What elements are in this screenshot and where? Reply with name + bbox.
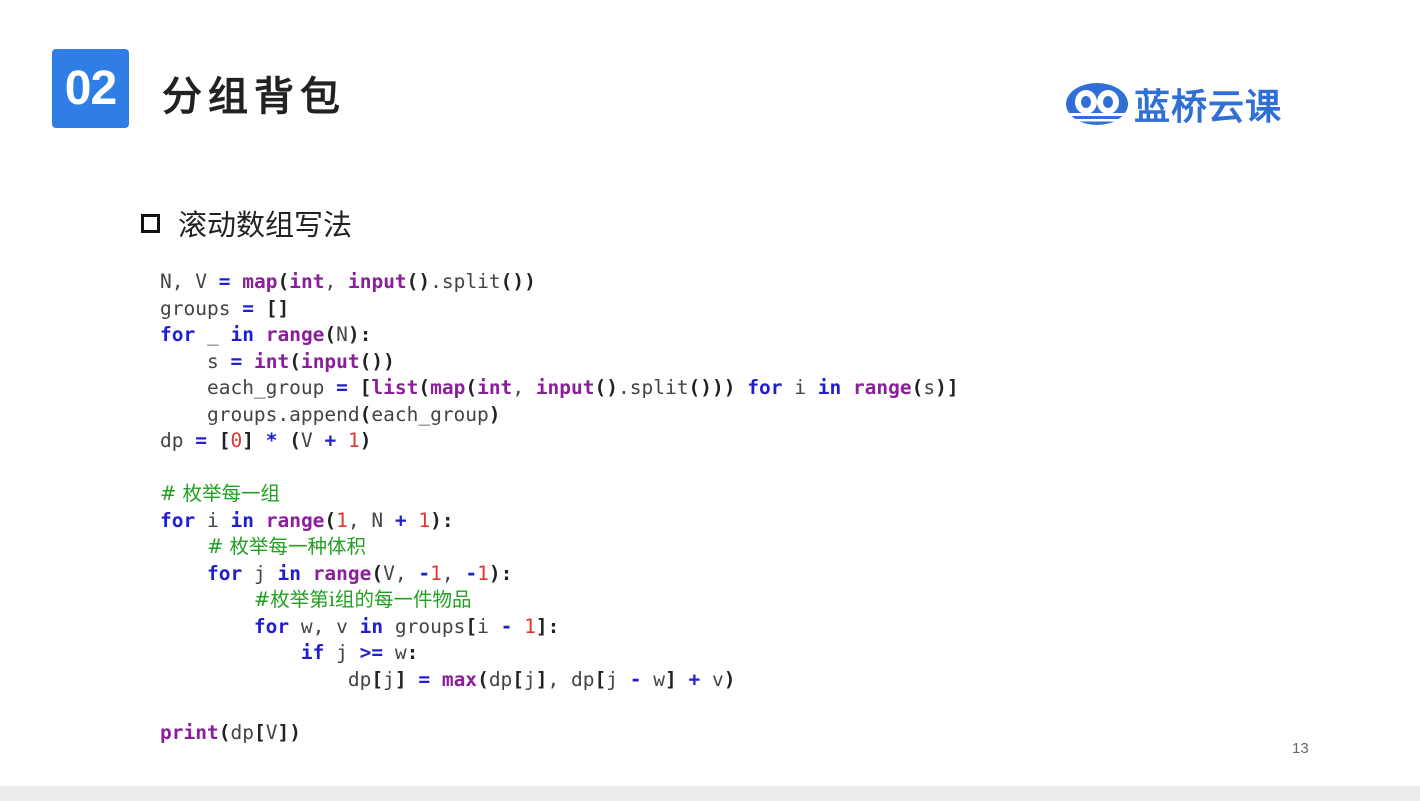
code-line: #枚举第i组的每一件物品: [253, 588, 472, 611]
square-bullet-icon: [141, 213, 160, 233]
code-line: # 枚举每一种体积: [206, 535, 367, 558]
lanqiao-logo-icon: [1066, 83, 1128, 125]
section-number-badge: 02: [52, 49, 129, 128]
code-line: each_group = [list(map(int, input().spli…: [206, 376, 959, 399]
code-line: for _ in range(N):: [160, 323, 372, 346]
code-line: dp[j] = max(dp[j], dp[j - w] + v): [347, 667, 736, 691]
lanqiao-logo: 蓝桥云课: [1064, 78, 1282, 130]
code-line: N, V = map(int, input().split()): [160, 270, 536, 293]
code-line: for i in range(1, N + 1):: [160, 508, 454, 532]
code-line: for w, v in groups[i - 1]:: [253, 614, 560, 638]
logo-text: 蓝桥云课: [1134, 87, 1283, 128]
code-line: groups.append(each_group): [206, 402, 501, 426]
code-line: s = int(input()): [206, 349, 395, 373]
bullet-item: 滚动数组写法: [141, 202, 352, 244]
code-line: # 枚举每一组: [160, 482, 281, 505]
code-line: if j >= w:: [300, 641, 419, 664]
bullet-text: 滚动数组写法: [178, 208, 353, 242]
section-title: 分组背包: [162, 74, 346, 120]
slide: 02 分组背包 蓝桥云课 滚动数组写法 N, V = map(int, inpu…: [0, 0, 1420, 786]
page-number: 13: [1292, 740, 1309, 757]
code-line: dp = [0] * (V + 1): [160, 429, 372, 452]
code-line: groups = []: [160, 296, 290, 320]
code-block: N, V = map(int, input().split()) groups =…: [160, 269, 959, 746]
code-line: print(dp[V]): [160, 720, 301, 744]
code-line: for j in range(V, -1, -1):: [206, 561, 513, 585]
